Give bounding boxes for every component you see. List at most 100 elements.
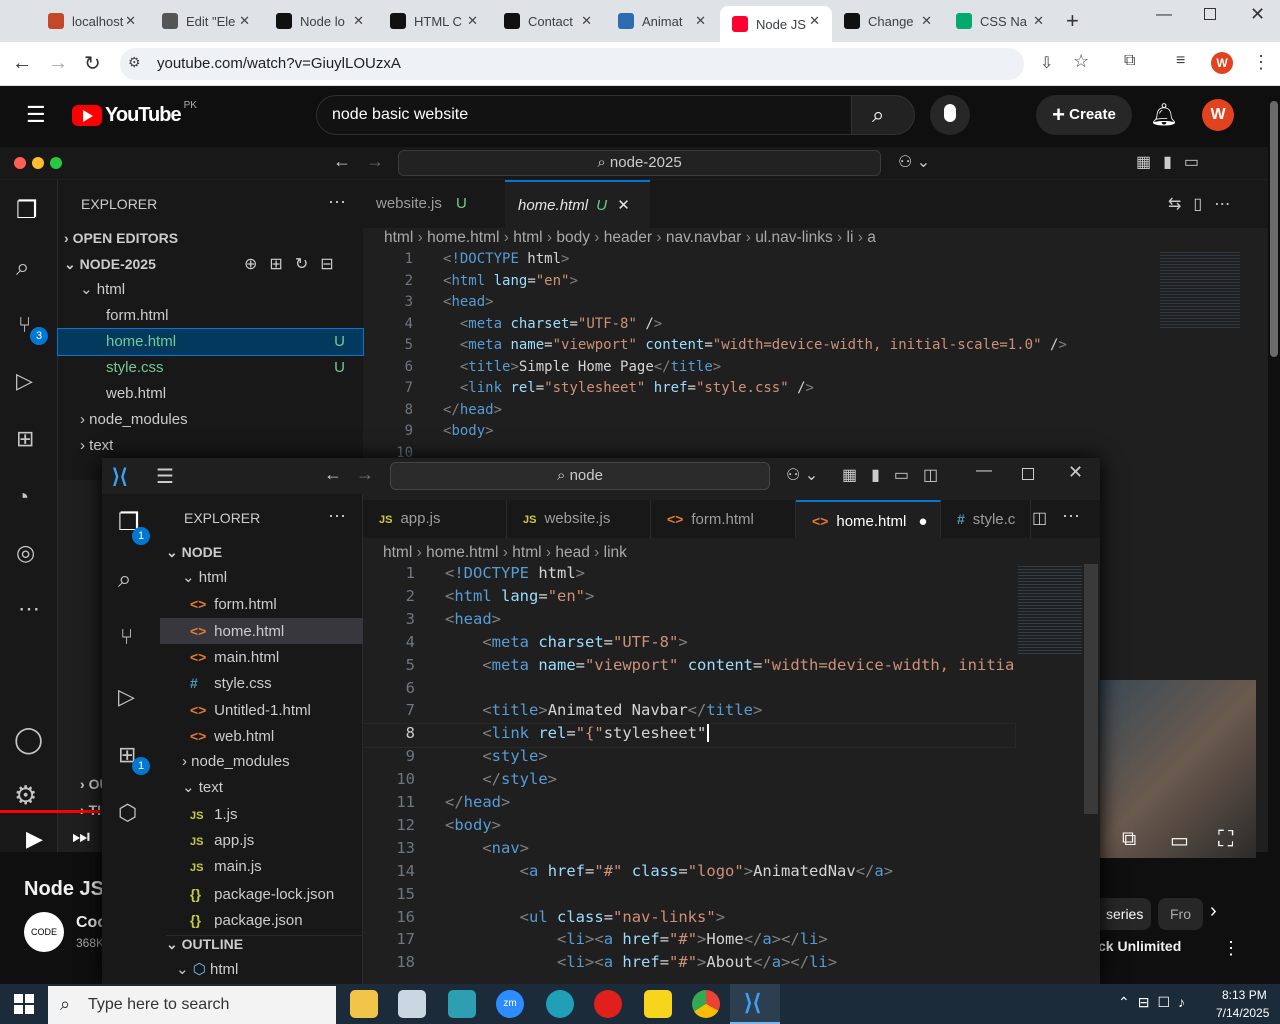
bookmark-star-icon[interactable]: ☆	[1073, 51, 1089, 72]
code-line[interactable]: 12 <body>	[363, 816, 1015, 839]
site-info-icon[interactable]: ⚙	[128, 54, 141, 71]
code-line[interactable]: 5 <meta name="viewport" content="width=d…	[363, 337, 1143, 359]
minimize-window-button[interactable]: —	[1156, 6, 1172, 24]
search-button[interactable]: ⌕	[851, 95, 915, 135]
close-tab-icon[interactable]: ✕	[809, 13, 820, 29]
code-line[interactable]: 18 <li><a href="#">About</a></li>	[363, 953, 1015, 976]
breadcrumb-item[interactable]: body	[556, 229, 590, 246]
code-line[interactable]: 17 <li><a href="#">Home</a></li>	[363, 930, 1015, 953]
code-line[interactable]: 6 <title>Simple Home Page</title>	[363, 359, 1143, 381]
new-tab-button[interactable]: +	[1066, 8, 1079, 34]
code-line[interactable]: 5 <meta name="viewport" content="width=d…	[363, 656, 1015, 679]
close-window-button[interactable]: ✕	[1250, 4, 1265, 25]
browser-tab[interactable]: Node JS ✕	[720, 6, 832, 42]
close-tab-icon[interactable]: ✕	[239, 13, 250, 29]
breadcrumb-item[interactable]: nav.navbar	[666, 229, 742, 246]
breadcrumb-item[interactable]: header	[604, 229, 652, 246]
close-tab-icon[interactable]: ✕	[125, 13, 136, 29]
layout-controls[interactable]: ▦▮▭	[1136, 152, 1211, 172]
play-icon[interactable]: ▶	[26, 826, 43, 852]
extensions-icon[interactable]: ⧉	[1124, 52, 1135, 70]
front-tree-item[interactable]: ⌄ html	[160, 565, 363, 591]
back-tree-item[interactable]: › node_modules	[58, 407, 363, 433]
miniplayer-icon[interactable]: ⧉	[1122, 828, 1136, 851]
code-line[interactable]: 9 <body>	[363, 423, 1143, 445]
editor-more-icon[interactable]: ⋯	[1062, 506, 1080, 527]
back-tree-item[interactable]: web.html	[58, 381, 363, 407]
breadcrumb-item[interactable]: head	[555, 544, 589, 561]
browser-tab[interactable]: Contact ✕	[492, 6, 604, 36]
restore-window-button[interactable]	[1204, 8, 1216, 20]
breadcrumb-item[interactable]: html	[384, 229, 413, 246]
tab-website-js[interactable]: website.js U	[363, 180, 505, 228]
search-icon[interactable]: ⌕	[118, 566, 131, 594]
browser-tab[interactable]: Edit "Ele ✕	[150, 6, 262, 36]
clock-date[interactable]: 7/14/2025	[1216, 1006, 1269, 1020]
voice-search-button[interactable]	[930, 95, 970, 135]
profile-avatar[interactable]: W	[1211, 52, 1233, 74]
front-tree-item[interactable]: {} package.json	[160, 907, 363, 933]
copilot-icon[interactable]: ⚇ ⌄	[786, 465, 818, 485]
code-line[interactable]: 14 <a href="#" class="logo">AnimatedNav<…	[363, 862, 1015, 885]
chips-next-icon[interactable]: ›	[1210, 900, 1217, 923]
theater-mode-icon[interactable]: ▭	[1170, 828, 1189, 853]
editor-tab[interactable]: <> form.html	[651, 500, 796, 538]
close-tab-icon[interactable]: ✕	[581, 13, 592, 29]
tab-home-html[interactable]: home.html U ✕	[505, 180, 650, 228]
front-minimize-button[interactable]: —	[976, 462, 992, 480]
recommended-title[interactable]: ck Unlimited	[1098, 938, 1181, 954]
breadcrumb-item[interactable]: html	[513, 229, 542, 246]
next-icon[interactable]: ⏭	[72, 826, 90, 849]
system-tray-icons[interactable]: ⌃⊟☐♪	[1118, 994, 1193, 1011]
front-tree-item[interactable]: # style.css	[160, 670, 363, 696]
back-icon[interactable]: ←	[12, 52, 32, 75]
code-line[interactable]: 6	[363, 679, 1015, 702]
close-tab-icon[interactable]: ✕	[617, 197, 630, 214]
forward-icon[interactable]: →	[48, 52, 68, 75]
editor-tab[interactable]: JS website.js	[507, 500, 651, 538]
install-app-icon[interactable]: ⇩	[1040, 53, 1053, 73]
editor-tab[interactable]: # style.c	[941, 500, 1031, 538]
file-explorer-icon[interactable]	[350, 990, 378, 1018]
layout-controls[interactable]: ▦▮▭◫	[842, 465, 952, 485]
code-line[interactable]: 3 <head>	[363, 294, 1143, 316]
code-line[interactable]: 7 <link rel="stylesheet" href="style.css…	[363, 380, 1143, 402]
breadcrumb-item[interactable]: home.html	[427, 229, 499, 246]
breadcrumb-item[interactable]: a	[867, 229, 876, 246]
breadcrumb-item[interactable]: li	[847, 229, 854, 246]
code-line[interactable]: 7 <title>Animated Navbar</title>	[363, 701, 1015, 724]
code-line[interactable]: 2 <html lang="en">	[363, 273, 1143, 295]
youtube-logo[interactable]: YouTube PK	[72, 100, 197, 127]
nav-back-icon[interactable]: ←	[333, 151, 351, 172]
editor-tab[interactable]: JS app.js	[363, 500, 507, 538]
front-tree-item[interactable]: ⌄ text	[160, 775, 363, 801]
front-maximize-button[interactable]	[1022, 468, 1034, 480]
clock-time[interactable]: 8:13 PM	[1222, 988, 1267, 1002]
zoom-icon[interactable]: zm	[496, 990, 524, 1018]
explorer-icon[interactable]: ❐	[16, 196, 38, 225]
front-tree-item[interactable]: JS app.js	[160, 828, 363, 854]
code-line[interactable]: 15	[363, 885, 1015, 908]
breadcrumb-item[interactable]: ul.nav-links	[755, 229, 833, 246]
from-chip[interactable]: Fro	[1158, 898, 1203, 930]
back-tree-item[interactable]: › text	[58, 433, 363, 459]
open-editors-header[interactable]: › OPEN EDITORS	[64, 230, 178, 246]
accounts-icon[interactable]: ◯	[14, 724, 43, 755]
editor-actions[interactable]: ⇆▯⋯	[1168, 194, 1242, 214]
nav-forward-icon[interactable]: →	[356, 464, 374, 485]
breadcrumb-item[interactable]: link	[604, 544, 627, 561]
run-debug-icon[interactable]: ▷	[118, 684, 135, 710]
code-line[interactable]: 1 <!DOCTYPE html>	[363, 251, 1143, 273]
nav-back-icon[interactable]: ←	[324, 464, 342, 485]
front-breadcrumb[interactable]: html › home.html › html › head › link	[383, 544, 627, 562]
front-editor-scrollbar[interactable]	[1084, 564, 1098, 814]
code-line[interactable]: 8 </head>	[363, 402, 1143, 424]
video-menu-icon[interactable]: ⋮	[1222, 938, 1240, 959]
back-tree-item[interactable]: ⌄ html	[58, 277, 363, 303]
browser-tab[interactable]: CSS Na ✕	[944, 6, 1056, 36]
close-tab-icon[interactable]: ✕	[467, 13, 478, 29]
channel-avatar[interactable]: CODE	[24, 912, 64, 952]
docker-icon[interactable]: ◎	[16, 540, 35, 566]
browser-tab[interactable]: HTML C ✕	[378, 6, 490, 36]
explorer-more-icon[interactable]: ⋯	[328, 192, 346, 213]
